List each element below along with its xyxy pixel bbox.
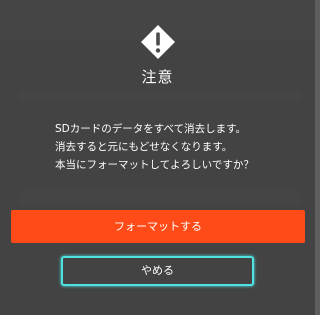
dialog-message: SDカードのデータをすべて消去します。 消去すると元にもどせなくなります。 本当… [55,120,295,174]
screen: 注意 SDカードのデータをすべて消去します。 消去すると元にもどせなくなります。… [0,0,315,315]
warning-icon [141,25,175,59]
format-button[interactable]: フォーマットする [11,210,305,243]
dialog-title: 注意 [141,68,174,86]
message-line: 本当にフォーマットしてよろしいですか？ [55,159,254,171]
cancel-button[interactable]: やめる [61,256,254,286]
message-line: 消去すると元にもどせなくなります。 [55,141,233,153]
format-confirm-dialog: 注意 SDカードのデータをすべて消去します。 消去すると元にもどせなくなります。… [0,0,315,315]
message-line: SDカードのデータをすべて消去します。 [55,123,247,135]
